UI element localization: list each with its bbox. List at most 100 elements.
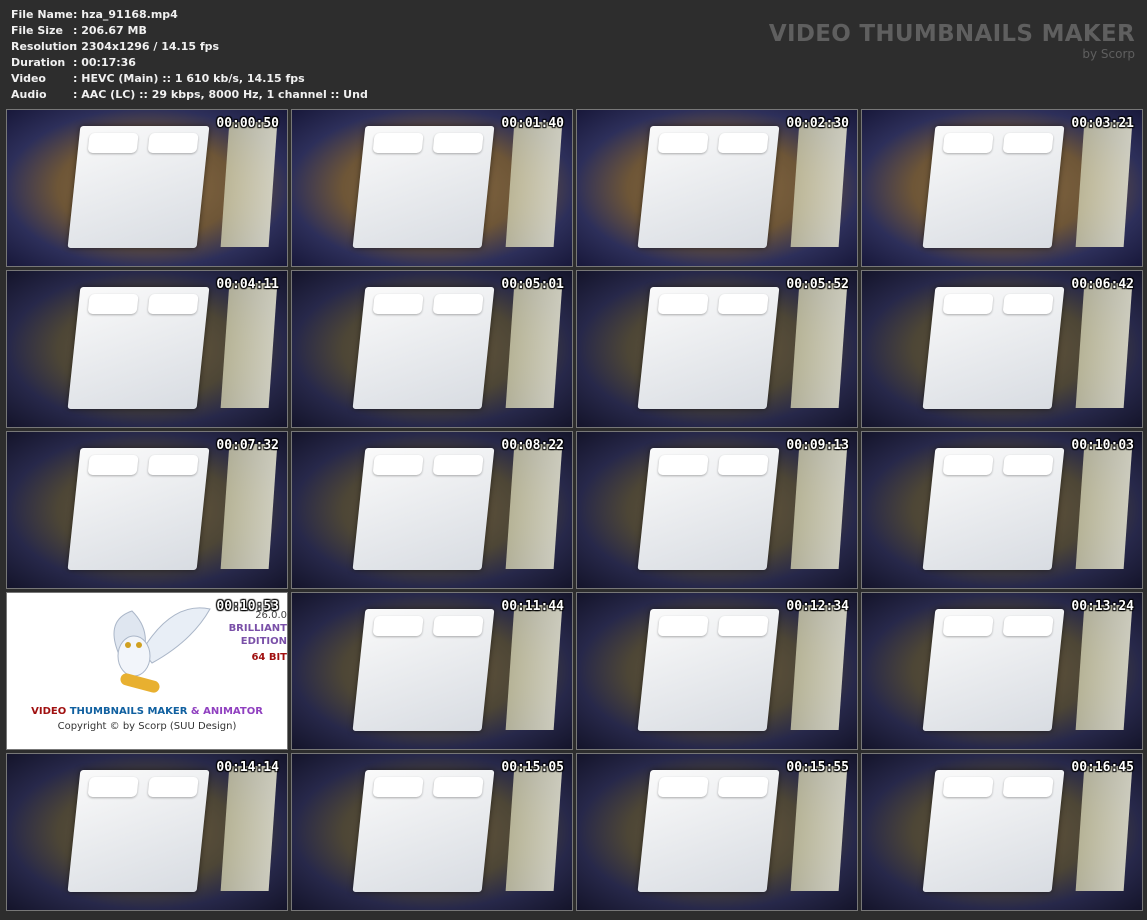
scene-bed bbox=[352, 125, 495, 248]
timestamp: 00:06:42 bbox=[1071, 277, 1134, 292]
timestamp: 00:12:34 bbox=[786, 599, 849, 614]
scene-bed bbox=[922, 608, 1065, 731]
logo-thumbnail: 26.0.0 BRILLIANT EDITION 64 BIT VIDEO TH… bbox=[6, 592, 288, 750]
info-value: HEVC (Main) :: 1 610 kb/s, 14.15 fps bbox=[81, 72, 305, 85]
timestamp: 00:04:11 bbox=[216, 277, 279, 292]
info-value: 206.67 MB bbox=[81, 24, 147, 37]
scene-wall bbox=[1076, 122, 1133, 248]
info-row: Audio: AAC (LC) :: 29 kbps, 8000 Hz, 1 c… bbox=[11, 87, 368, 103]
video-thumbnail: 00:00:50 bbox=[6, 109, 288, 267]
scene-bed bbox=[637, 769, 780, 892]
info-label: Duration bbox=[11, 56, 66, 69]
timestamp: 00:02:30 bbox=[786, 116, 849, 131]
scene-bed bbox=[67, 125, 210, 248]
timestamp: 00:00:50 bbox=[216, 116, 279, 131]
video-thumbnail: 00:03:21 bbox=[861, 109, 1143, 267]
scene-wall bbox=[791, 122, 848, 248]
timestamp: 00:10:03 bbox=[1071, 438, 1134, 453]
scene-bed bbox=[637, 608, 780, 731]
video-thumbnail: 00:09:13 bbox=[576, 431, 858, 589]
info-sep: : bbox=[73, 40, 82, 53]
video-thumbnail: 00:06:42 bbox=[861, 270, 1143, 428]
timestamp: 00:03:21 bbox=[1071, 116, 1134, 131]
video-thumbnail: 00:15:05 bbox=[291, 753, 573, 911]
scene-bed bbox=[637, 286, 780, 409]
logo-version: 26.0.0 BRILLIANT EDITION 64 BIT bbox=[228, 610, 287, 663]
scene-bed bbox=[352, 447, 495, 570]
info-label: Resolution bbox=[11, 40, 78, 53]
scene-bed bbox=[352, 608, 495, 731]
video-thumbnail: 00:02:30 bbox=[576, 109, 858, 267]
video-thumbnail: 00:04:11 bbox=[6, 270, 288, 428]
timestamp: 00:11:44 bbox=[501, 599, 564, 614]
scene-wall bbox=[1076, 766, 1133, 892]
info-sep: : bbox=[73, 88, 82, 101]
info-value: 00:17:36 bbox=[81, 56, 136, 69]
timestamp: 00:16:45 bbox=[1071, 760, 1134, 775]
timestamp: 00:05:52 bbox=[786, 277, 849, 292]
info-row: Duration: 00:17:36 bbox=[11, 55, 368, 71]
scene-wall bbox=[791, 766, 848, 892]
video-thumbnail: 00:14:14 bbox=[6, 753, 288, 911]
info-row: Video: HEVC (Main) :: 1 610 kb/s, 14.15 … bbox=[11, 71, 368, 87]
info-row: Resolution: 2304x1296 / 14.15 fps bbox=[11, 39, 368, 55]
timestamp: 00:14:14 bbox=[216, 760, 279, 775]
brand-title: VIDEO THUMBNAILS MAKER bbox=[768, 21, 1135, 47]
owl-logo-icon bbox=[113, 607, 211, 693]
info-label: Video bbox=[11, 72, 46, 85]
scene-bed bbox=[352, 286, 495, 409]
scene-wall bbox=[221, 122, 278, 248]
scene-wall bbox=[791, 444, 848, 570]
info-row: File Name: hza_91168.mp4 bbox=[11, 7, 368, 23]
scene-wall bbox=[791, 283, 848, 409]
scene-wall bbox=[1076, 605, 1133, 731]
scene-bed bbox=[922, 125, 1065, 248]
video-thumbnail: 00:11:44 bbox=[291, 592, 573, 750]
logo-product-name: VIDEO THUMBNAILS MAKER & ANIMATOR bbox=[31, 706, 263, 717]
info-sep: : bbox=[73, 72, 82, 85]
video-thumbnail: 00:13:24 bbox=[861, 592, 1143, 750]
info-label: File Name bbox=[11, 8, 73, 21]
scene-bed bbox=[637, 447, 780, 570]
info-sep: : bbox=[73, 56, 82, 69]
scene-bed bbox=[922, 447, 1065, 570]
video-thumbnail: 00:12:34 bbox=[576, 592, 858, 750]
brand-watermark: VIDEO THUMBNAILS MAKER by Scorp bbox=[769, 20, 1135, 60]
timestamp: 00:15:05 bbox=[501, 760, 564, 775]
scene-bed bbox=[637, 125, 780, 248]
scene-wall bbox=[221, 444, 278, 570]
scene-bed bbox=[352, 769, 495, 892]
scene-wall bbox=[506, 766, 563, 892]
scene-wall bbox=[791, 605, 848, 731]
video-thumbnail: 00:16:45 bbox=[861, 753, 1143, 911]
scene-wall bbox=[506, 444, 563, 570]
timestamp: 00:10:53 bbox=[216, 599, 279, 614]
info-value: AAC (LC) :: 29 kbps, 8000 Hz, 1 channel … bbox=[81, 88, 368, 101]
scene-bed bbox=[67, 286, 210, 409]
scene-bed bbox=[67, 447, 210, 570]
thumbnail-grid: 00:00:50 00:01:40 00:02:30 00:03:21 00:0… bbox=[6, 109, 1143, 911]
video-thumbnail: 00:05:01 bbox=[291, 270, 573, 428]
scene-bed bbox=[922, 286, 1065, 409]
timestamp: 00:08:22 bbox=[501, 438, 564, 453]
timestamp: 00:13:24 bbox=[1071, 599, 1134, 614]
scene-bed bbox=[67, 769, 210, 892]
scene-bed bbox=[922, 769, 1065, 892]
info-sep: : bbox=[73, 8, 82, 21]
info-row: File Size: 206.67 MB bbox=[11, 23, 368, 39]
info-label: Audio bbox=[11, 88, 47, 101]
scene-wall bbox=[221, 283, 278, 409]
video-thumbnail: 00:15:55 bbox=[576, 753, 858, 911]
video-thumbnail: 00:01:40 bbox=[291, 109, 573, 267]
video-thumbnail: 00:07:32 bbox=[6, 431, 288, 589]
video-thumbnail: 00:10:03 bbox=[861, 431, 1143, 589]
info-value: hza_91168.mp4 bbox=[81, 8, 178, 21]
scene-wall bbox=[506, 122, 563, 248]
timestamp: 00:05:01 bbox=[501, 277, 564, 292]
file-info-panel: File Name: hza_91168.mp4 File Size: 206.6… bbox=[11, 7, 368, 103]
logo-copyright: Copyright © by Scorp (SUU Design) bbox=[57, 721, 237, 732]
timestamp: 00:01:40 bbox=[501, 116, 564, 131]
timestamp: 00:07:32 bbox=[216, 438, 279, 453]
timestamp: 00:15:55 bbox=[786, 760, 849, 775]
info-sep: : bbox=[73, 24, 82, 37]
